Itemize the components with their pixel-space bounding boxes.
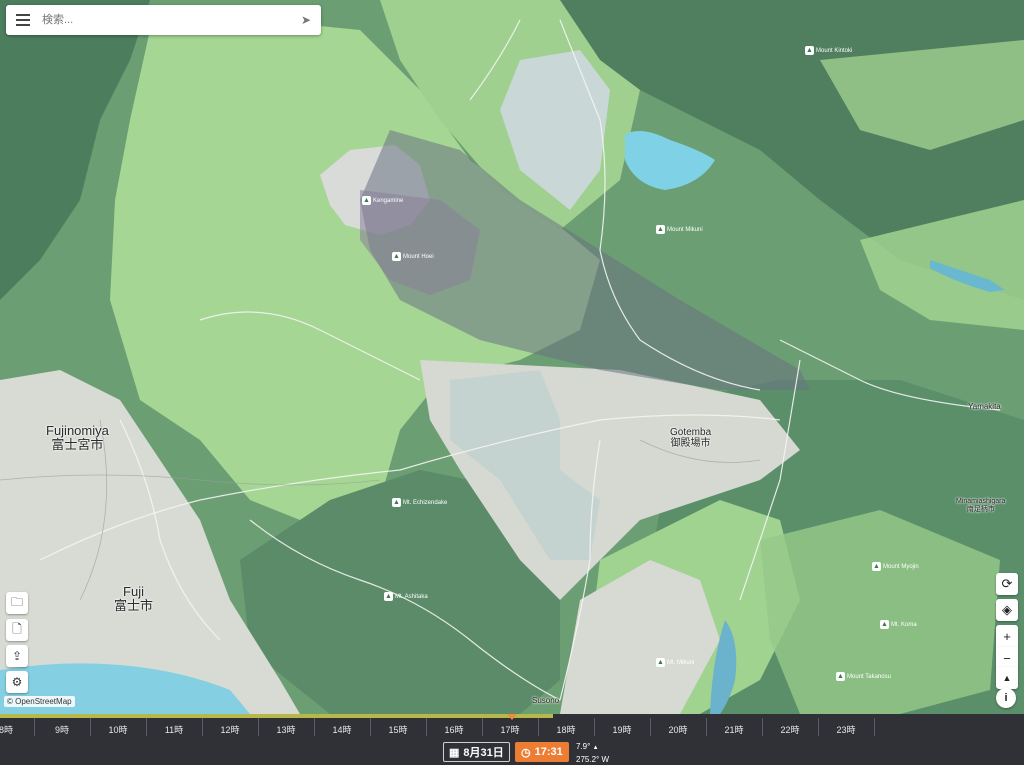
time-progress bbox=[0, 714, 553, 718]
mountain-icon: ▲ bbox=[362, 196, 371, 205]
hour-tick bbox=[34, 718, 35, 736]
search-bar: ➤ bbox=[6, 5, 321, 35]
hour-label[interactable]: 10時 bbox=[108, 723, 127, 736]
mountain-icon: ▲ bbox=[872, 562, 881, 571]
hour-tick bbox=[706, 718, 707, 736]
zoom-out-button[interactable]: − bbox=[996, 647, 1018, 669]
mountain-icon: ▲ bbox=[384, 592, 393, 601]
mountain-icon: ▲ bbox=[392, 498, 401, 507]
hour-tick bbox=[258, 718, 259, 736]
menu-icon[interactable] bbox=[16, 14, 30, 26]
mountain-icon: ▲ bbox=[656, 658, 665, 667]
hour-label[interactable]: 9時 bbox=[55, 723, 69, 736]
hour-label[interactable]: 8時 bbox=[0, 723, 13, 736]
navigate-icon[interactable]: ➤ bbox=[301, 13, 311, 27]
hour-label[interactable]: 15時 bbox=[388, 723, 407, 736]
folder-icon: 🗀 bbox=[10, 594, 23, 609]
mountain-icon: ▲ bbox=[805, 46, 814, 55]
map-attribution[interactable]: © OpenStreetMap bbox=[4, 696, 75, 707]
map-canvas[interactable]: Fujinomiya 富士宮市 Fuji 富士市 Gotemba 御殿場市 Yamak… bbox=[0, 0, 1024, 714]
peak-marker[interactable]: ▲ Mt. Ashitaka bbox=[384, 592, 428, 601]
sun-position: 7.9° ▲ 275.2° W bbox=[576, 742, 609, 764]
open-folder-button[interactable]: 🗀 bbox=[6, 592, 28, 614]
timeline-bar[interactable]: ▦ 8月31日 ◷ 17:31 7.9° ▲ 275.2° W 8時 9時 10時 1… bbox=[0, 714, 1024, 765]
file-add-icon: 🗋 bbox=[12, 621, 22, 636]
place-label: Gotemba 御殿場市 bbox=[670, 427, 712, 449]
hour-tick bbox=[314, 718, 315, 736]
hour-label[interactable]: 14時 bbox=[332, 723, 351, 736]
compass-icon: ▲ bbox=[1002, 673, 1012, 683]
hour-tick bbox=[370, 718, 371, 736]
mountain-icon: ▲ bbox=[656, 225, 665, 234]
current-time-marker[interactable] bbox=[507, 714, 517, 720]
time-button[interactable]: ◷ 17:31 bbox=[515, 742, 569, 762]
hour-tick bbox=[90, 718, 91, 736]
hour-label[interactable]: 17時 bbox=[500, 723, 519, 736]
peak-marker[interactable]: ▲ Mount Hoei bbox=[392, 252, 434, 261]
peak-marker[interactable]: ▲ Kengamine bbox=[362, 196, 403, 205]
calendar-icon: ▦ bbox=[449, 746, 460, 759]
mountain-icon: ▲ bbox=[880, 620, 889, 629]
hour-tick bbox=[650, 718, 651, 736]
sun-azimuth: 275.2° W bbox=[576, 755, 609, 764]
hour-label[interactable]: 21時 bbox=[724, 723, 743, 736]
hour-tick bbox=[426, 718, 427, 736]
date-label: 8月31日 bbox=[463, 747, 504, 759]
add-file-button[interactable]: 🗋 bbox=[6, 619, 28, 641]
place-label: Susono bbox=[532, 696, 560, 705]
search-input[interactable] bbox=[40, 13, 301, 27]
hour-tick bbox=[146, 718, 147, 736]
settings-icon: ⚙ bbox=[11, 675, 23, 689]
peak-marker[interactable]: ▲ Mount Myojin bbox=[872, 562, 919, 571]
mountain-icon: ▲ bbox=[392, 252, 401, 261]
settings-button[interactable]: ⚙ bbox=[6, 671, 28, 693]
hour-label[interactable]: 20時 bbox=[668, 723, 687, 736]
place-label: Yamakita bbox=[968, 402, 1001, 411]
info-button[interactable]: i bbox=[996, 688, 1016, 708]
sync-icon: ⟳ bbox=[1001, 576, 1013, 591]
time-label: 17:31 bbox=[534, 746, 563, 758]
peak-marker[interactable]: ▲ Mount Kintoki bbox=[805, 46, 852, 55]
clock-icon: ◷ bbox=[521, 746, 531, 759]
hour-label[interactable]: 13時 bbox=[276, 723, 295, 736]
compass-button[interactable]: ▲ bbox=[996, 667, 1018, 689]
layers-button[interactable]: ◈ bbox=[996, 599, 1018, 621]
peak-marker[interactable]: ▲ Mt. Mikuni bbox=[656, 658, 694, 667]
layers-icon: ◈ bbox=[1002, 602, 1012, 617]
share-icon: ⇪ bbox=[11, 649, 23, 663]
hour-label[interactable]: 18時 bbox=[556, 723, 575, 736]
hour-tick bbox=[482, 718, 483, 736]
peak-marker[interactable]: ▲ Mount Mikuni bbox=[656, 225, 703, 234]
date-button[interactable]: ▦ 8月31日 bbox=[443, 742, 510, 762]
hour-label[interactable]: 19時 bbox=[612, 723, 631, 736]
sun-altitude: 7.9° bbox=[576, 742, 591, 751]
sync-button[interactable]: ⟳ bbox=[996, 573, 1018, 595]
zoom-in-button[interactable]: + bbox=[996, 625, 1018, 647]
hour-tick bbox=[874, 718, 875, 736]
hour-tick bbox=[594, 718, 595, 736]
plus-icon: + bbox=[1003, 628, 1011, 644]
place-label: Minamiashigara 南足柄市 bbox=[956, 498, 1006, 513]
peak-marker[interactable]: ▲ Mt. Echizendake bbox=[392, 498, 447, 507]
hour-label[interactable]: 12時 bbox=[220, 723, 239, 736]
info-icon: i bbox=[1004, 692, 1008, 704]
hour-label[interactable]: 22時 bbox=[780, 723, 799, 736]
place-label: Fuji 富士市 bbox=[114, 584, 154, 614]
peak-marker[interactable]: ▲ Mount Takanosu bbox=[836, 672, 891, 681]
hour-label[interactable]: 11時 bbox=[165, 723, 183, 736]
mountain-icon: ▲ bbox=[836, 672, 845, 681]
hour-tick bbox=[762, 718, 763, 736]
hour-label[interactable]: 23時 bbox=[836, 723, 855, 736]
place-label: Fujinomiya 富士宮市 bbox=[46, 423, 109, 453]
peak-marker[interactable]: ▲ Mt. Koma bbox=[880, 620, 917, 629]
hour-label[interactable]: 16時 bbox=[444, 723, 463, 736]
map-terrain bbox=[0, 0, 1024, 714]
hour-tick bbox=[202, 718, 203, 736]
minus-icon: − bbox=[1003, 650, 1011, 666]
share-button[interactable]: ⇪ bbox=[6, 645, 28, 667]
hour-tick bbox=[818, 718, 819, 736]
hour-tick bbox=[538, 718, 539, 736]
